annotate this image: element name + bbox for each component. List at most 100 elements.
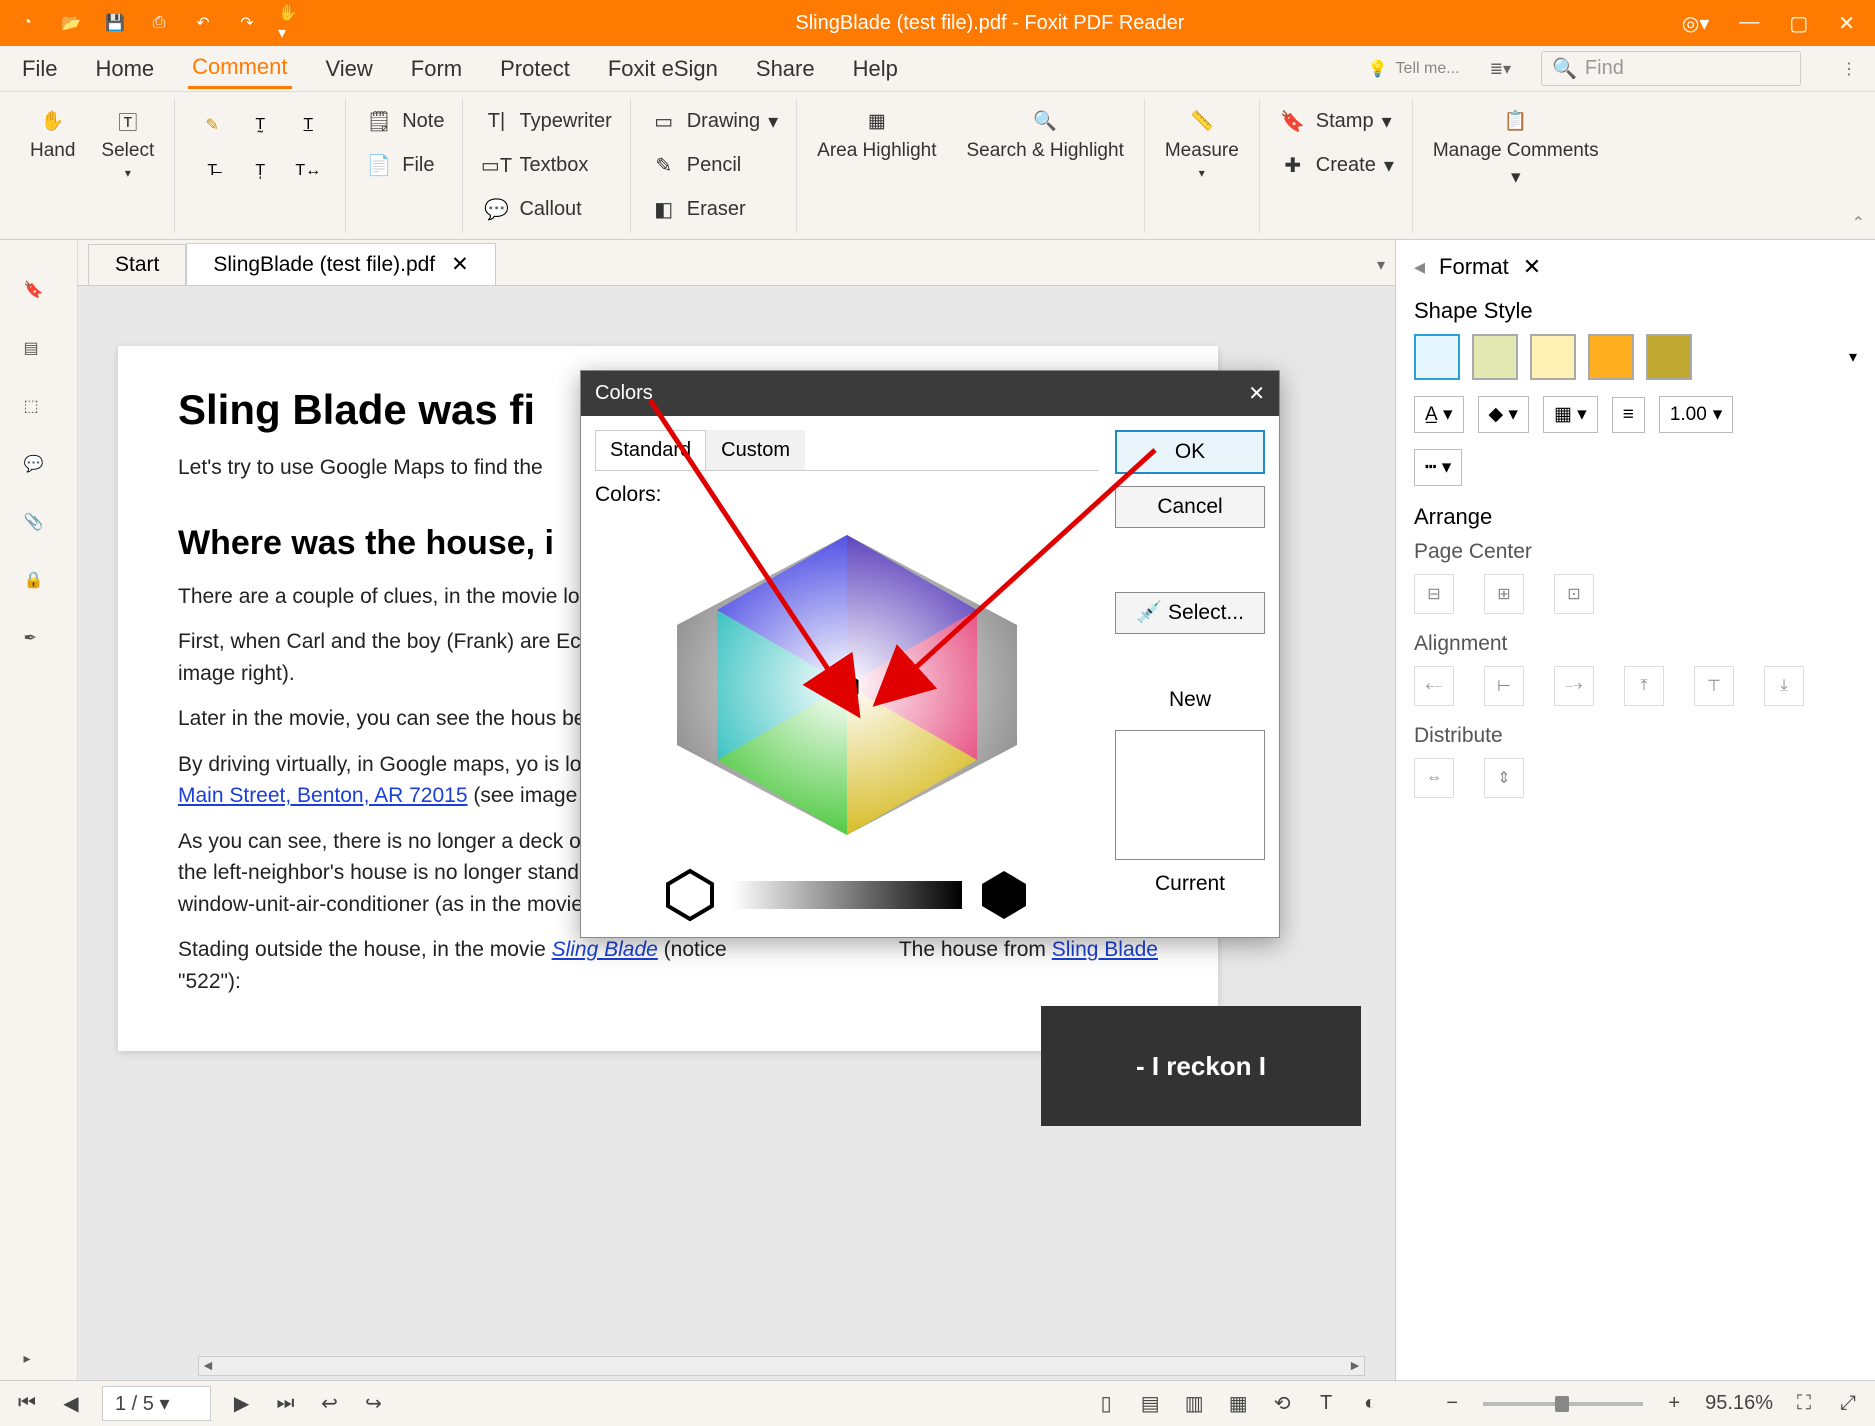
highlight-icon[interactable]: ✎	[197, 110, 227, 140]
doc-link-movie-2[interactable]: Sling Blade	[1052, 938, 1158, 961]
continuous-facing-icon[interactable]: ▦	[1225, 1391, 1251, 1417]
tab-help[interactable]: Help	[849, 50, 902, 88]
signatures-icon[interactable]: ✒	[24, 628, 54, 658]
single-page-icon[interactable]: ▯	[1093, 1391, 1119, 1417]
page-indicator[interactable]: 1 / 5 ▾	[102, 1386, 211, 1421]
layers-icon[interactable]: ⬚	[24, 396, 54, 426]
tab-overflow-icon[interactable]: ▾	[1367, 245, 1395, 285]
close-format-icon[interactable]: ✕	[1523, 254, 1541, 280]
comments-icon[interactable]: 💬	[24, 454, 54, 484]
distribute-v-icon[interactable]: ⇕	[1484, 758, 1524, 798]
doc-link-movie[interactable]: Sling Blade	[552, 938, 658, 961]
dash-style-control[interactable]: ┅ ▾	[1414, 449, 1462, 486]
fullscreen-icon[interactable]: ⤢	[1835, 1391, 1861, 1417]
undo-icon[interactable]: ↶	[190, 10, 216, 36]
typewriter-button[interactable]: T|Typewriter	[475, 102, 617, 140]
eraser-button[interactable]: ◧Eraser	[643, 190, 784, 228]
tab-standard[interactable]: Standard	[595, 430, 706, 470]
select-tool[interactable]: 🅃Select▾	[93, 102, 162, 184]
zoom-out-icon[interactable]: −	[1439, 1391, 1465, 1417]
manage-comments-button[interactable]: 📋Manage Comments▾	[1425, 102, 1607, 193]
align-center-icon[interactable]: ⊢	[1484, 666, 1524, 706]
continuous-icon[interactable]: ▤	[1137, 1391, 1163, 1417]
night-mode-icon[interactable]: ◐	[1357, 1391, 1383, 1417]
swatch-2[interactable]	[1472, 334, 1518, 380]
zoom-slider[interactable]	[1483, 1402, 1643, 1406]
align-bottom-icon[interactable]: ⤓	[1764, 666, 1804, 706]
expand-nav-icon[interactable]: ▸	[24, 1350, 54, 1380]
caret-icon[interactable]: T̩	[245, 156, 275, 186]
tab-start[interactable]: Start	[88, 244, 186, 285]
last-page-icon[interactable]: ⏭	[273, 1391, 299, 1417]
file-attach-button[interactable]: 📄File	[358, 146, 450, 184]
redo-icon[interactable]: ↷	[234, 10, 260, 36]
ribbon-options-icon[interactable]: ≣▾	[1490, 59, 1511, 79]
swatch-4[interactable]	[1588, 334, 1634, 380]
line-style-control[interactable]: ≡	[1612, 397, 1645, 433]
swatch-3[interactable]	[1530, 334, 1576, 380]
dialog-close-icon[interactable]: ✕	[1248, 381, 1265, 406]
textbox-button[interactable]: ▭TTextbox	[475, 146, 617, 184]
hand-tool[interactable]: ✋Hand	[22, 102, 83, 184]
save-icon[interactable]: 💾	[102, 10, 128, 36]
tab-protect[interactable]: Protect	[496, 50, 574, 88]
center-v-icon[interactable]: ⊞	[1484, 574, 1524, 614]
align-top-icon[interactable]: ⤒	[1624, 666, 1664, 706]
create-button[interactable]: ✚Create ▾	[1272, 146, 1400, 184]
open-icon[interactable]: 📂	[58, 10, 84, 36]
search-highlight-button[interactable]: 🔍Search & Highlight	[958, 102, 1131, 166]
measure-button[interactable]: 📏Measure▾	[1157, 102, 1247, 184]
ribbon-more-icon[interactable]: ⋮	[1831, 59, 1857, 79]
line-width-control[interactable]: 1.00 ▾	[1659, 396, 1734, 433]
nav-back-icon[interactable]: ↩	[317, 1391, 343, 1417]
minimize-button[interactable]: —	[1739, 11, 1759, 36]
security-icon[interactable]: 🔒	[24, 570, 54, 600]
tell-me-search[interactable]: 💡 Tell me...	[1368, 59, 1460, 79]
nav-fwd-icon[interactable]: ↪	[361, 1391, 387, 1417]
facing-icon[interactable]: ▥	[1181, 1391, 1207, 1417]
close-button[interactable]: ✕	[1838, 11, 1855, 36]
zoom-in-icon[interactable]: +	[1661, 1391, 1687, 1417]
next-page-icon[interactable]: ▶	[229, 1391, 255, 1417]
horizontal-scrollbar[interactable]	[198, 1356, 1365, 1376]
reflow-icon[interactable]: ⟲	[1269, 1391, 1295, 1417]
center-both-icon[interactable]: ⊡	[1554, 574, 1594, 614]
tab-esign[interactable]: Foxit eSign	[604, 50, 722, 88]
align-left-icon[interactable]: ⤌	[1414, 666, 1454, 706]
pencil-button[interactable]: ✎Pencil	[643, 146, 784, 184]
tab-home[interactable]: Home	[91, 50, 158, 88]
cancel-button[interactable]: Cancel	[1115, 486, 1265, 528]
grayscale-row[interactable]	[595, 867, 1099, 923]
text-view-icon[interactable]: T	[1313, 1391, 1339, 1417]
maximize-button[interactable]: ▢	[1789, 11, 1808, 36]
drawing-button[interactable]: ▭Drawing ▾	[643, 102, 784, 140]
attachments-icon[interactable]: 📎	[24, 512, 54, 542]
pages-icon[interactable]: ▤	[24, 338, 54, 368]
text-color-control[interactable]: A̲ ▾	[1414, 396, 1464, 433]
swatch-more-icon[interactable]: ▾	[1849, 347, 1857, 367]
area-highlight-button[interactable]: ▦Area Highlight	[809, 102, 944, 166]
swatch-5[interactable]	[1646, 334, 1692, 380]
tab-view[interactable]: View	[322, 50, 377, 88]
stamp-button[interactable]: 🔖Stamp ▾	[1272, 102, 1400, 140]
underline-icon[interactable]: T̲	[293, 110, 323, 140]
ok-button[interactable]: OK	[1115, 430, 1265, 474]
tab-custom[interactable]: Custom	[706, 430, 805, 470]
find-box[interactable]: 🔍 Find	[1541, 51, 1801, 86]
user-icon[interactable]: ◎▾	[1682, 11, 1710, 36]
callout-button[interactable]: 💬Callout	[475, 190, 617, 228]
align-middle-icon[interactable]: ⊤	[1694, 666, 1734, 706]
fill-color-control[interactable]: ◆ ▾	[1478, 396, 1529, 433]
replace-icon[interactable]: T↔	[293, 156, 323, 186]
fit-page-icon[interactable]: ⛶	[1791, 1391, 1817, 1417]
swatch-1[interactable]	[1414, 334, 1460, 380]
print-icon[interactable]: ⎙	[146, 10, 172, 36]
opacity-control[interactable]: ▦ ▾	[1543, 396, 1598, 433]
select-eyedropper-button[interactable]: 💉 Select...	[1115, 592, 1265, 634]
collapse-ribbon-icon[interactable]: ⌃	[1852, 213, 1865, 233]
align-right-icon[interactable]: ⤍	[1554, 666, 1594, 706]
close-tab-icon[interactable]: ✕	[451, 252, 469, 277]
tab-share[interactable]: Share	[752, 50, 819, 88]
color-hexagon[interactable]	[595, 515, 1099, 859]
tab-form[interactable]: Form	[407, 50, 466, 88]
